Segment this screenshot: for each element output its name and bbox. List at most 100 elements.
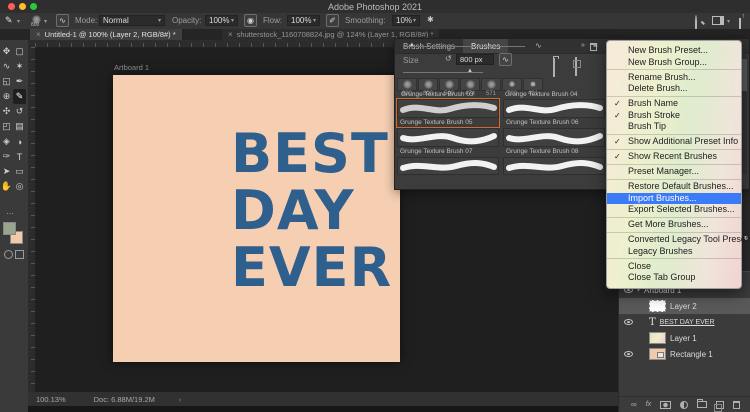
pen-tool[interactable]: ✑ bbox=[0, 149, 13, 164]
layer-row-text[interactable]: T BEST DAY EVER bbox=[619, 314, 750, 330]
menu-item[interactable]: ✓ Show Recent Brushes bbox=[607, 151, 741, 163]
layer-thumbnail bbox=[649, 300, 666, 312]
menu-item[interactable]: Export Selected Brushes... bbox=[607, 204, 741, 216]
more-tools-icon[interactable]: … bbox=[6, 207, 14, 216]
reset-size-icon[interactable]: ↺ bbox=[445, 54, 452, 63]
collapse-panel-icon[interactable]: » bbox=[581, 42, 585, 49]
dodge-tool[interactable]: ◑ bbox=[13, 134, 26, 149]
layer-effects-icon[interactable]: fx bbox=[646, 401, 651, 408]
menu-item[interactable]: Delete Brush... bbox=[607, 83, 741, 95]
visibility-eye-icon[interactable] bbox=[624, 319, 633, 325]
close-tab-icon[interactable]: × bbox=[228, 30, 233, 39]
move-tool[interactable]: ✥ bbox=[0, 44, 13, 59]
eyedropper-tool[interactable]: ✒ bbox=[13, 74, 26, 89]
brush-item[interactable] bbox=[397, 157, 499, 175]
delete-layer-icon[interactable] bbox=[733, 400, 741, 409]
recent-brush[interactable]: 571 bbox=[481, 78, 501, 97]
preset-chevron-icon[interactable]: ▾ bbox=[44, 18, 47, 25]
delete-brush-icon[interactable] bbox=[590, 43, 597, 51]
chevron-down-icon[interactable]: ▾ bbox=[727, 18, 730, 25]
flow-field[interactable]: 100% ▾ bbox=[287, 15, 320, 26]
menu-separator bbox=[607, 231, 741, 233]
menu-item[interactable]: Preset Manager... bbox=[607, 166, 741, 178]
path-selection-tool[interactable]: ➤ bbox=[0, 164, 13, 179]
menu-item[interactable]: Rename Brush... bbox=[607, 72, 741, 84]
artboard-label[interactable]: Artboard 1 bbox=[114, 63, 149, 72]
size-slider-thumb[interactable]: ▲ bbox=[467, 68, 473, 74]
brush-name[interactable]: Grunge Texture Brush 04 bbox=[505, 91, 578, 98]
layer-row-layer2[interactable]: Layer 2 bbox=[619, 298, 750, 314]
menu-item[interactable]: Converted Legacy Tool Presets bbox=[607, 234, 750, 246]
screen-mode-icon[interactable] bbox=[15, 250, 24, 259]
marquee-tool[interactable]: ▢ bbox=[13, 44, 26, 59]
zoom-tool[interactable]: ◎ bbox=[13, 179, 26, 194]
status-chevron-icon[interactable]: › bbox=[179, 395, 182, 404]
size-input[interactable]: 800 px bbox=[456, 54, 494, 65]
layer-mask-icon[interactable] bbox=[660, 400, 672, 409]
workspace-switcher-icon[interactable] bbox=[712, 16, 724, 25]
zoom-level-field[interactable]: 100.13% bbox=[36, 395, 66, 404]
menu-item[interactable]: ✓ Show Additional Preset Info bbox=[607, 136, 741, 148]
brush-name[interactable]: Grunge Texture Brush 03 bbox=[401, 91, 474, 98]
hand-tool[interactable]: ✋ bbox=[0, 179, 13, 194]
menu-item-import-brushes[interactable]: Import Brushes... bbox=[607, 192, 741, 204]
gradient-tool[interactable]: ▤ bbox=[13, 119, 26, 134]
healing-brush-tool[interactable]: ⊕ bbox=[0, 89, 13, 104]
tab-untitled-1[interactable]: × Untitled-1 @ 100% (Layer 2, RGB/8#) * bbox=[30, 29, 182, 40]
menu-item[interactable]: Restore Default Brushes... bbox=[607, 181, 741, 193]
brush-tip-edit-icon[interactable]: ∿ bbox=[499, 53, 512, 66]
mode-select[interactable]: Normal ▾ bbox=[99, 15, 165, 26]
quick-mask-icon[interactable] bbox=[4, 250, 13, 259]
clone-stamp-tool[interactable]: ✣ bbox=[0, 104, 13, 119]
panel-scrollbar[interactable] bbox=[742, 55, 747, 174]
menu-item[interactable]: New Brush Group... bbox=[607, 57, 741, 69]
quick-selection-tool[interactable]: ✶ bbox=[13, 59, 26, 74]
foreground-color-swatch[interactable] bbox=[3, 222, 16, 235]
lasso-tool[interactable]: ∿ bbox=[0, 59, 13, 74]
history-brush-tool[interactable]: ↺ bbox=[13, 104, 26, 119]
active-tool-icon[interactable]: ✎ bbox=[5, 15, 13, 26]
new-group-icon[interactable] bbox=[697, 399, 708, 408]
visibility-eye-icon[interactable] bbox=[624, 351, 633, 357]
new-group-icon[interactable] bbox=[553, 58, 555, 77]
toggle-brush-settings-icon[interactable]: ∿ bbox=[56, 14, 69, 27]
adjustment-layer-icon[interactable] bbox=[680, 400, 689, 409]
menu-item[interactable]: ✓ Brush Stroke bbox=[607, 110, 741, 122]
stroke-preview-toggle-icon[interactable]: ∿ bbox=[535, 41, 542, 50]
menu-separator bbox=[607, 163, 741, 165]
chevron-down-icon: ▾ bbox=[230, 18, 234, 24]
pressure-opacity-icon[interactable]: ◉ bbox=[244, 14, 257, 27]
menu-item[interactable]: Brush Tip bbox=[607, 121, 741, 133]
shape-tool[interactable]: ▭ bbox=[13, 164, 26, 179]
preview-size-slider[interactable] bbox=[403, 46, 525, 47]
layer-row-layer1[interactable]: Layer 1 bbox=[619, 330, 750, 346]
airbrush-icon[interactable]: ✐ bbox=[326, 14, 339, 27]
brush-item-selected[interactable]: Grunge Texture Brush 05 bbox=[396, 98, 500, 128]
blur-tool[interactable]: ◈ bbox=[0, 134, 13, 149]
menu-item[interactable]: New Brush Preset... bbox=[607, 45, 741, 57]
tool-chevron-icon[interactable]: ▾ bbox=[17, 18, 20, 25]
type-tool[interactable]: T bbox=[13, 149, 26, 164]
layer-name: Rectangle 1 bbox=[670, 349, 713, 359]
brush-item[interactable]: Grunge Texture Brush 08 bbox=[503, 128, 605, 156]
smoothing-gear-icon[interactable]: ✱ bbox=[427, 15, 434, 24]
new-layer-icon[interactable] bbox=[714, 400, 725, 412]
menu-item[interactable]: ✓ Brush Name bbox=[607, 98, 741, 110]
close-tab-icon[interactable]: × bbox=[36, 30, 41, 39]
brush-item[interactable] bbox=[503, 157, 605, 175]
menu-item[interactable]: Legacy Brushes bbox=[607, 246, 741, 258]
layer-row-rectangle[interactable]: Rectangle 1 bbox=[619, 346, 750, 362]
brush-item[interactable]: Grunge Texture Brush 06 bbox=[503, 99, 605, 127]
opacity-field[interactable]: 100% ▾ bbox=[205, 15, 238, 26]
menu-item[interactable]: Get More Brushes... bbox=[607, 219, 741, 231]
crop-tool[interactable]: ◱ bbox=[0, 74, 13, 89]
eraser-tool[interactable]: ◰ bbox=[0, 119, 13, 134]
menu-item[interactable]: Close Tab Group bbox=[607, 272, 741, 284]
menu-item[interactable]: Close bbox=[607, 261, 741, 273]
new-brush-icon[interactable] bbox=[575, 57, 577, 76]
preview-size-thumb[interactable]: ▲ bbox=[409, 42, 415, 48]
brush-item[interactable]: Grunge Texture Brush 07 bbox=[397, 128, 499, 156]
smoothing-field[interactable]: 10% ▾ bbox=[392, 15, 420, 26]
brush-tool[interactable]: ✎ bbox=[13, 89, 26, 104]
link-layers-icon[interactable]: ∞ bbox=[631, 400, 637, 409]
